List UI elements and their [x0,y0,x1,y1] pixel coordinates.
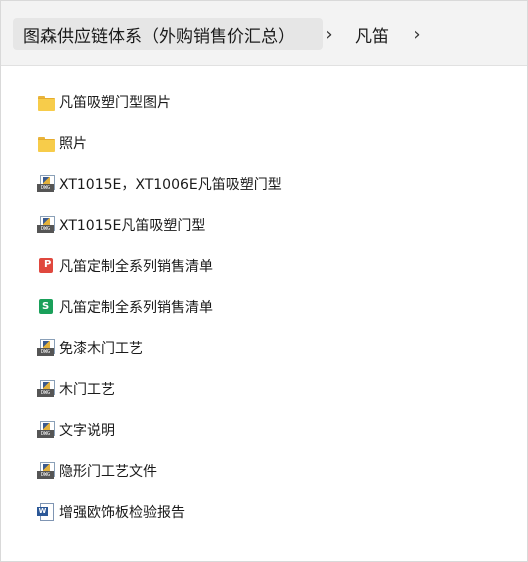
file-explorer-window: 图森供应链体系（外购销售价汇总） › 凡笛 › 凡笛吸塑门型图片 照片 DWG … [0,0,528,562]
folder-icon [37,93,55,111]
file-name: XT1015E，XT1006E凡笛吸塑门型 [59,177,282,193]
file-item[interactable]: DWG 隐形门工艺文件 [37,458,157,484]
chevron-right-icon[interactable]: › [407,18,427,50]
spreadsheet-icon: S [37,298,55,316]
file-name: 凡笛定制全系列销售清单 [59,259,213,275]
dwg-file-icon: DWG [37,339,55,357]
dwg-file-icon: DWG [37,462,55,480]
file-name: 凡笛定制全系列销售清单 [59,300,213,316]
file-name: XT1015E凡笛吸塑门型 [59,218,206,234]
file-item[interactable]: W 增强欧饰板检验报告 [37,499,185,525]
dwg-file-icon: DWG [37,216,55,234]
breadcrumb-item-current[interactable]: 凡笛 [345,18,399,50]
pdf-app-icon: P [37,257,55,275]
file-name: 免漆木门工艺 [59,341,143,357]
file-name: 照片 [59,136,87,152]
file-name: 文字说明 [59,423,115,439]
file-item[interactable]: S 凡笛定制全系列销售清单 [37,294,213,320]
file-name: 木门工艺 [59,382,115,398]
breadcrumb-item-parent[interactable]: 图森供应链体系（外购销售价汇总） [13,18,323,50]
file-item[interactable]: DWG 文字说明 [37,417,115,443]
file-item[interactable]: P 凡笛定制全系列销售清单 [37,253,213,279]
file-item[interactable]: 凡笛吸塑门型图片 [37,89,171,115]
dwg-file-icon: DWG [37,175,55,193]
folder-icon [37,134,55,152]
file-item[interactable]: DWG XT1015E，XT1006E凡笛吸塑门型 [37,171,282,197]
dwg-file-icon: DWG [37,380,55,398]
file-item[interactable]: DWG XT1015E凡笛吸塑门型 [37,212,205,238]
dwg-file-icon: DWG [37,421,55,439]
address-bar: 图森供应链体系（外购销售价汇总） › 凡笛 › [1,1,527,66]
file-item[interactable]: DWG 免漆木门工艺 [37,335,143,361]
file-name: 增强欧饰板检验报告 [59,505,185,521]
file-name: 隐形门工艺文件 [59,464,157,480]
chevron-right-icon[interactable]: › [319,18,339,50]
file-name: 凡笛吸塑门型图片 [59,95,171,111]
word-doc-icon: W [37,503,55,521]
file-item[interactable]: DWG 木门工艺 [37,376,115,402]
file-item[interactable]: 照片 [37,130,87,156]
